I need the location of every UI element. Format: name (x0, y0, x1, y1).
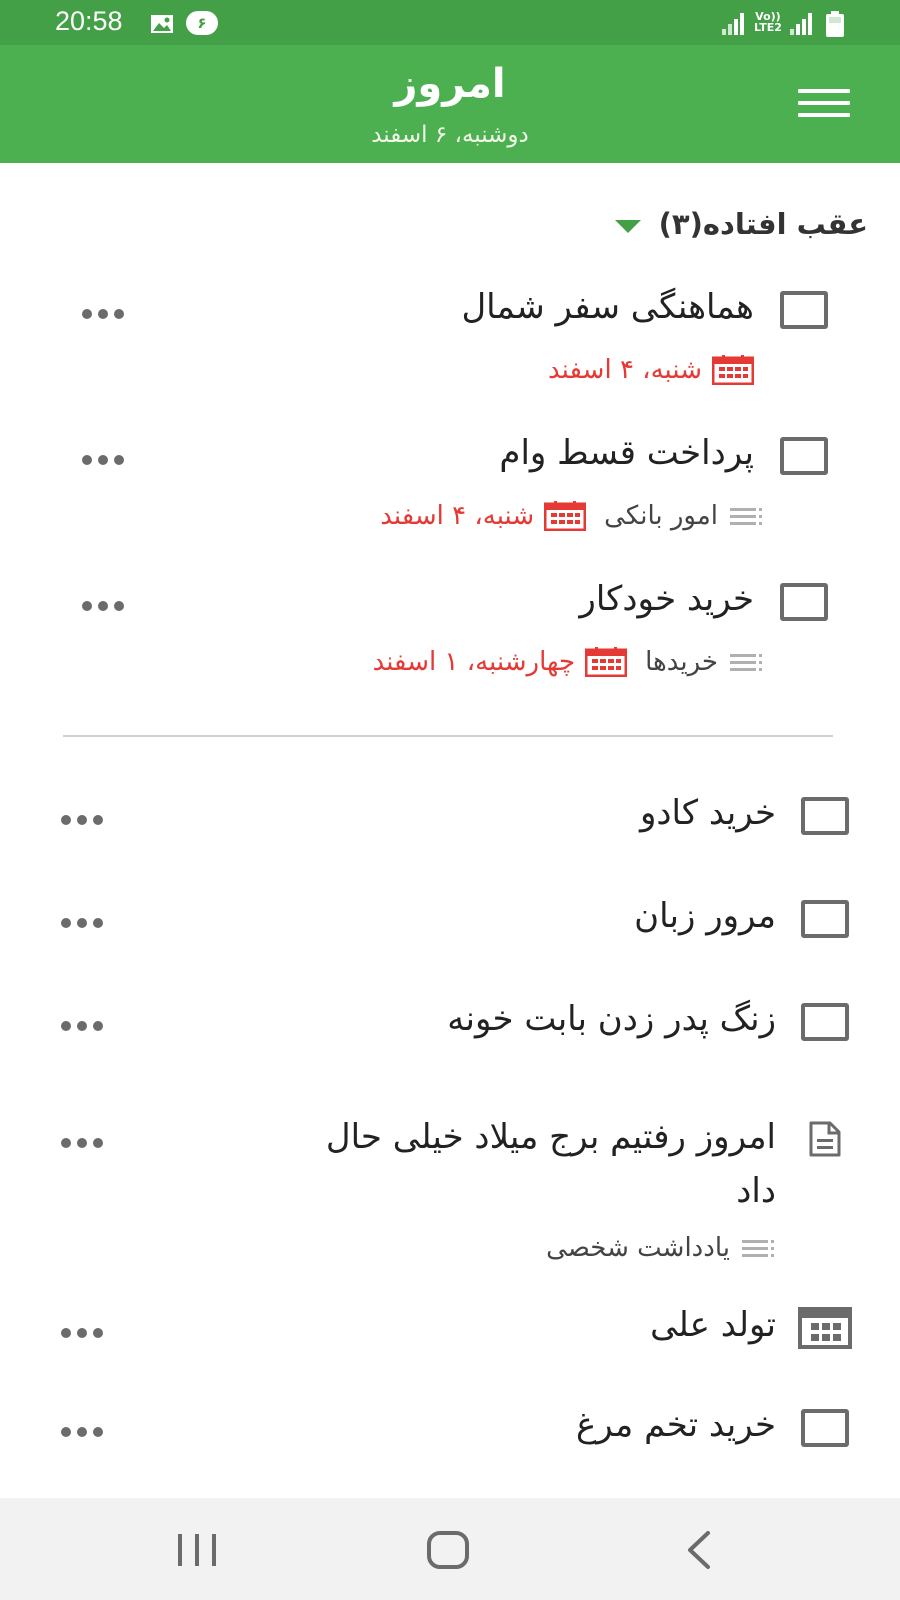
list-icon (742, 1237, 776, 1259)
overdue-section-header[interactable]: عقب افتاده(۳) (614, 207, 868, 241)
page-title: امروز (394, 61, 506, 107)
task-checkbox[interactable] (801, 797, 849, 835)
task-checkbox[interactable] (780, 583, 828, 621)
task-meta: خریدها چهارشنبه، ۱ اسفند (372, 647, 764, 678)
page-subtitle-date: دوشنبه، ۶ اسفند (371, 122, 529, 148)
task-checkbox[interactable] (780, 291, 828, 329)
event-calendar-icon (798, 1307, 852, 1353)
note-title-line-1: امروز رفتیم برج میلاد خیلی حال (325, 1117, 776, 1157)
signal-icon (722, 13, 748, 39)
note-meta: یادداشت شخصی (546, 1233, 776, 1263)
task-title: هماهنگی سفر شمال (461, 287, 754, 327)
overdue-section-label: عقب افتاده(۳) (658, 207, 868, 241)
calendar-icon (543, 501, 587, 532)
event-title: تولد علی (650, 1305, 776, 1345)
more-options-icon[interactable] (61, 1133, 111, 1148)
screen: 20:58 ۶ Vo)) LTE2 امروز دوشنبه، ۶ اسفند … (0, 0, 900, 1600)
task-checkbox[interactable] (801, 1409, 849, 1447)
status-bar: 20:58 ۶ Vo)) LTE2 (0, 0, 900, 45)
network-label-bottom: LTE2 (754, 21, 782, 34)
task-checkbox[interactable] (780, 437, 828, 475)
battery-icon (826, 11, 844, 41)
task-checkbox[interactable] (801, 900, 849, 938)
status-time: 20:58 (55, 6, 123, 36)
task-checkbox[interactable] (801, 1003, 849, 1041)
more-options-icon[interactable] (61, 1422, 111, 1437)
list-name: یادداشت شخصی (546, 1233, 730, 1263)
list-icon (730, 505, 764, 527)
system-nav-bar (0, 1498, 900, 1600)
task-title: خرید تخم مرغ (576, 1405, 776, 1445)
task-title: پرداخت قسط وام (499, 433, 754, 473)
list-name: خریدها (645, 647, 718, 677)
more-options-icon[interactable] (82, 304, 132, 319)
network-type: Vo)) LTE2 (754, 11, 782, 33)
more-options-icon[interactable] (61, 1016, 111, 1031)
section-divider (63, 735, 833, 737)
calendar-icon (584, 647, 628, 678)
more-options-icon[interactable] (61, 1323, 111, 1338)
due-date: شنبه، ۴ اسفند (548, 355, 702, 385)
task-meta: امور بانکی شنبه، ۴ اسفند (380, 501, 764, 532)
calendar-icon (711, 355, 755, 386)
recent-apps-icon[interactable] (176, 1532, 218, 1572)
more-options-icon[interactable] (61, 810, 111, 825)
task-title: مرور زبان (634, 896, 776, 936)
list-icon (730, 651, 764, 673)
due-date: چهارشنبه، ۱ اسفند (372, 647, 576, 677)
note-icon (806, 1120, 844, 1162)
caret-down-icon[interactable] (614, 219, 641, 233)
back-icon[interactable] (684, 1530, 714, 1574)
image-icon (150, 14, 174, 38)
more-options-icon[interactable] (82, 450, 132, 465)
task-title: زنگ پدر زدن بابت خونه (447, 999, 776, 1039)
home-icon[interactable] (426, 1530, 470, 1574)
app-bar: امروز دوشنبه، ۶ اسفند (0, 45, 900, 163)
list-name: امور بانکی (604, 501, 718, 531)
more-options-icon[interactable] (61, 913, 111, 928)
signal-icon (790, 13, 816, 39)
task-meta: شنبه، ۴ اسفند (548, 355, 755, 386)
hamburger-icon[interactable] (798, 89, 850, 123)
task-title: خرید کادو (640, 793, 776, 833)
task-list: عقب افتاده(۳) هماهنگی سفر شمال شنبه، ۴ ا… (0, 163, 900, 1498)
more-options-icon[interactable] (82, 596, 132, 611)
task-title: خرید خودکار (579, 579, 754, 619)
note-title-line-2: داد (736, 1171, 776, 1211)
due-date: شنبه، ۴ اسفند (380, 501, 535, 531)
notification-badge: ۶ (186, 11, 218, 35)
